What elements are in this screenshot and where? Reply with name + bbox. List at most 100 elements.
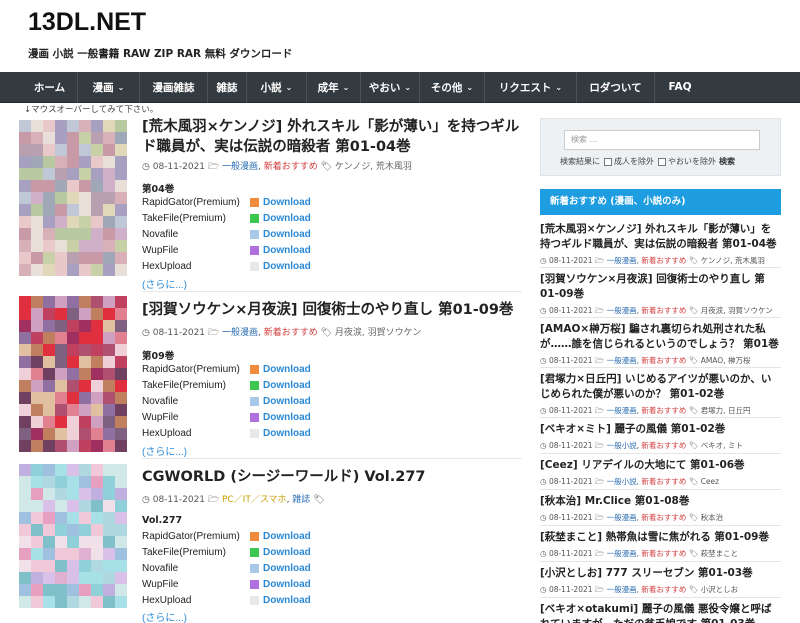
mosaic-cell (91, 240, 103, 252)
mosaic-cell (31, 404, 43, 416)
nav-magazine[interactable]: 雑誌 (208, 71, 247, 103)
download-link[interactable]: Download (263, 197, 311, 208)
recommend-category[interactable]: 一般小説 (607, 477, 637, 486)
download-row: HexUpload Download (142, 592, 522, 608)
post-title[interactable]: CGWORLD (シージーワールド) Vol.277 (142, 467, 522, 487)
recommend-badge[interactable]: 新着おすすめ (641, 585, 686, 594)
post-title[interactable]: [荒木風羽×ケンノジ] 外れスキル「影が薄い」を持つギルド職員が、実は伝説の暗殺… (142, 117, 522, 157)
recommend-category[interactable]: 一般漫画 (607, 306, 637, 315)
recommend-badge[interactable]: 新着おすすめ (641, 549, 686, 558)
recommend-item-title[interactable]: [秋本治] Mr.Clice 第01-08巻 (540, 494, 781, 509)
recommend-badge[interactable]: 新着おすすめ (641, 356, 686, 365)
download-link[interactable]: Download (263, 380, 311, 391)
download-link[interactable]: Download (263, 213, 311, 224)
recommend-tags[interactable]: 秋本治 (701, 513, 724, 522)
nav-uploader[interactable]: ロダついて (577, 71, 655, 103)
nav-yaoi[interactable]: やおい ⌄ (361, 71, 420, 103)
recommend-item-title[interactable]: [AMAO×榊万桜] 騙され裏切られ処刑された私が……誰を信じられるというのでし… (540, 322, 781, 352)
recommend-badge[interactable]: 新着おすすめ (641, 306, 686, 315)
recommend-item-title[interactable]: [羽賀ソウケン×月夜涙] 回復術士のやり直し 第01-09巻 (540, 272, 781, 302)
recommend-item-title[interactable]: [萩埜まこと] 熱帯魚は雪に焦がれる 第01-09巻 (540, 530, 781, 545)
recommend-tags[interactable]: ケンノジ, 荒木風羽 (701, 256, 765, 265)
recommend-badge[interactable]: 新着おすすめ (641, 256, 686, 265)
recommend-item-title[interactable]: [荒木風羽×ケンノジ] 外れスキル「影が薄い」を持つギルド職員が、実は伝説の暗殺… (540, 222, 781, 252)
search-button[interactable]: 検索 (719, 156, 735, 167)
mosaic-cell (79, 416, 91, 428)
nav-faq[interactable]: FAQ (655, 72, 705, 103)
recommend-item-title[interactable]: [ベキオ×otakumi] 麗子の風儀 悪役令嬢と呼ばれていますが、ただの貧乏娘… (540, 602, 781, 623)
nav-adult[interactable]: 成年 ⌄ (307, 71, 361, 103)
post-category[interactable]: PC／IT／スマホ (222, 495, 287, 505)
post-tags[interactable]: ケンノジ, 荒木風羽 (335, 162, 412, 172)
recommend-badge[interactable]: 新着おすすめ (641, 477, 686, 486)
recommend-category[interactable]: 一般漫画 (607, 256, 637, 265)
more-link[interactable]: (さらに...) (142, 609, 187, 623)
recommend-category[interactable]: 一般漫画 (607, 549, 637, 558)
download-link[interactable]: Download (263, 547, 311, 558)
mosaic-cell (43, 216, 55, 228)
cover-thumbnail[interactable] (19, 464, 127, 612)
mosaic-cell (115, 536, 127, 548)
download-link[interactable]: Download (263, 595, 311, 606)
recommend-item: [萩埜まこと] 熱帯魚は雪に焦がれる 第01-09巻 ◷ 08-11-2021 🗁… (540, 530, 781, 561)
nav-request[interactable]: リクエスト ⌄ (485, 71, 577, 103)
download-link[interactable]: Download (263, 261, 311, 272)
more-link[interactable]: (さらに...) (142, 276, 187, 291)
cover-thumbnail[interactable] (19, 120, 127, 276)
nav-manga[interactable]: 漫画 ⌄ (78, 71, 140, 103)
recommend-category[interactable]: 一般漫画 (607, 356, 637, 365)
recommend-badge[interactable]: 新着おすすめ (641, 441, 686, 450)
recommend-tags[interactable]: Ceez (701, 477, 719, 486)
download-link[interactable]: Download (263, 229, 311, 240)
recommend-tags[interactable]: 君塚力, 日丘円 (701, 406, 751, 415)
exclude-yaoi-label: やおいを除外 (668, 157, 716, 166)
recommend-category[interactable]: 一般漫画 (607, 406, 637, 415)
recommend-category[interactable]: 一般小説 (607, 441, 637, 450)
recommend-badge[interactable]: 新着おすすめ (641, 513, 686, 522)
exclude-adult-checkbox[interactable] (604, 157, 612, 166)
cover-thumbnail[interactable] (19, 296, 127, 452)
download-link[interactable]: Download (263, 245, 311, 256)
recommend-category[interactable]: 一般漫画 (607, 513, 637, 522)
post-recommend[interactable]: 新着おすすめ (264, 328, 318, 338)
post-title[interactable]: [羽賀ソウケン×月夜涙] 回復術士のやり直し 第01-09巻 (142, 300, 522, 320)
mosaic-cell (19, 180, 31, 192)
post-tags[interactable]: 月夜涙, 羽賀ソウケン (335, 328, 421, 338)
recommend-badge[interactable]: 新着おすすめ (641, 406, 686, 415)
download-link[interactable]: Download (263, 428, 311, 439)
post-category[interactable]: 雑誌 (292, 495, 310, 505)
mosaic-cell (79, 204, 91, 216)
more-link[interactable]: (さらに...) (142, 443, 187, 458)
nav-home[interactable]: ホーム (22, 71, 78, 103)
recommend-category[interactable]: 一般漫画 (607, 585, 637, 594)
recommend-tags[interactable]: 萩埜まこと (701, 549, 739, 558)
recommend-tags[interactable]: 小沢としお (701, 585, 739, 594)
site-logo[interactable]: 13DL.NET (28, 8, 146, 37)
recommend-item-title[interactable]: [君塚力×日丘円] いじめるアイツが悪いのか、いじめられた僕が悪いのか？ 第01… (540, 372, 781, 402)
nav-novel[interactable]: 小説 ⌄ (247, 71, 307, 103)
nav-other[interactable]: その他 ⌄ (420, 71, 485, 103)
download-link[interactable]: Download (263, 396, 311, 407)
download-row: HexUpload Download (142, 258, 522, 274)
recommend-tags[interactable]: AMAO, 榊万桜 (701, 356, 751, 365)
recommend-item-title[interactable]: [ベキオ×ミト] 麗子の風儀 第01-02巻 (540, 422, 781, 437)
download-link[interactable]: Download (263, 364, 311, 375)
post-category[interactable]: 一般漫画 (222, 162, 258, 172)
mosaic-cell (43, 440, 55, 452)
download-link[interactable]: Download (263, 412, 311, 423)
recommend-tags[interactable]: 月夜涙, 羽賀ソウケン (701, 306, 773, 315)
recommend-tags[interactable]: ベキオ, ミト (701, 441, 743, 450)
nav-manga-magazine[interactable]: 漫画雑誌 (140, 71, 208, 103)
download-link[interactable]: Download (263, 579, 311, 590)
download-link[interactable]: Download (263, 531, 311, 542)
recommend-item-title[interactable]: [Ceez] リアデイルの大地にて 第01-06巻 (540, 458, 781, 473)
mosaic-cell (103, 252, 115, 264)
download-link[interactable]: Download (263, 563, 311, 574)
mosaic-cell (91, 204, 103, 216)
recommend-item-title[interactable]: [小沢としお] 777 スリーセブン 第01-03巻 (540, 566, 781, 581)
divider (540, 597, 781, 598)
exclude-yaoi-checkbox[interactable] (658, 157, 666, 166)
post-category[interactable]: 一般漫画 (222, 328, 258, 338)
post-recommend[interactable]: 新着おすすめ (264, 162, 318, 172)
search-input[interactable]: 検索 ... (564, 130, 760, 150)
